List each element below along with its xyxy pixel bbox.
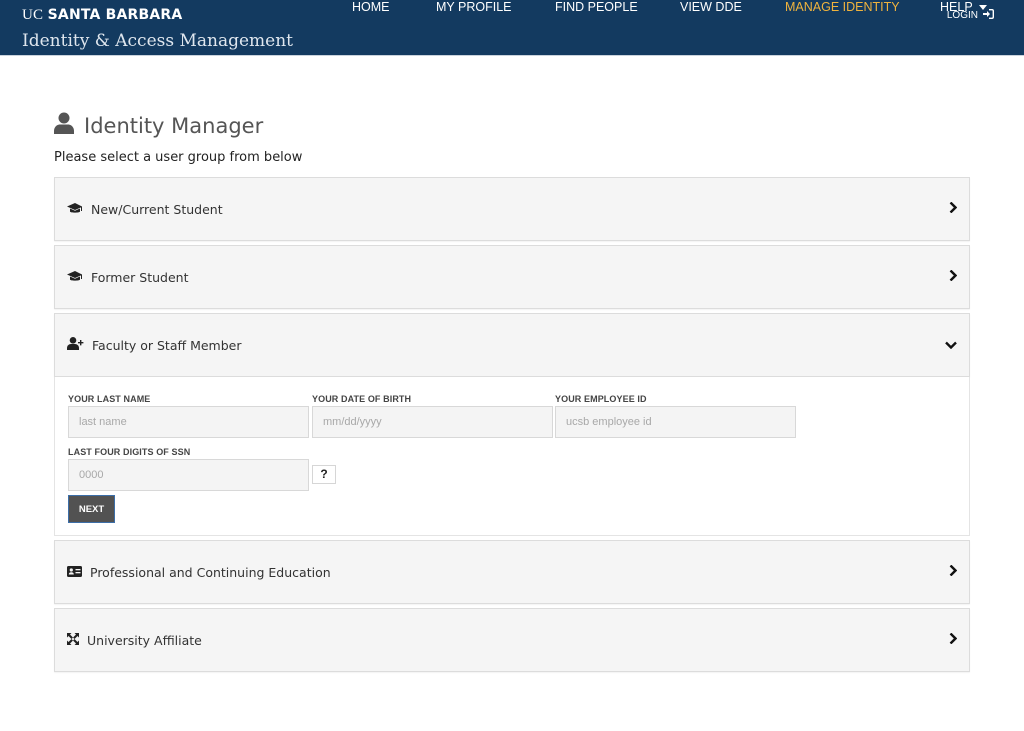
ssn-input[interactable]	[68, 459, 309, 491]
group-label: University Affiliate	[87, 632, 202, 648]
app-title[interactable]: Identity & Access Management	[22, 31, 293, 51]
page-heading: Identity Manager	[84, 113, 264, 138]
brand-uc: UC	[22, 7, 44, 23]
chevron-right-icon	[949, 631, 958, 649]
chevron-right-icon	[949, 268, 958, 286]
dob-label: YOUR DATE OF BIRTH	[312, 394, 412, 404]
group-label: New/Current Student	[91, 201, 223, 217]
ssn-help-button[interactable]: ?	[312, 465, 336, 484]
employee-id-label: YOUR EMPLOYEE ID	[555, 394, 647, 404]
dob-input[interactable]	[312, 406, 553, 438]
nav-help[interactable]: HELP	[940, 0, 987, 14]
faculty-staff-form: YOUR LAST NAME YOUR DATE OF BIRTH YOUR E…	[54, 377, 970, 536]
last-name-input[interactable]	[68, 406, 309, 438]
id-card-icon	[67, 565, 82, 580]
group-label: Former Student	[91, 269, 189, 285]
chevron-right-icon	[949, 563, 958, 581]
ssn-label: LAST FOUR DIGITS OF SSN	[68, 447, 191, 457]
graduation-cap-icon	[67, 202, 83, 217]
nav-find-people[interactable]: FIND PEOPLE	[555, 0, 638, 14]
ucsb-logo[interactable]: UC SANTA BARBARA	[22, 6, 182, 24]
expand-arrows-icon	[67, 632, 79, 648]
nav-view-dde[interactable]: VIEW DDE	[680, 0, 742, 14]
nav-manage-identity[interactable]: MANAGE IDENTITY	[785, 0, 900, 14]
group-label: Professional and Continuing Education	[90, 564, 331, 580]
chevron-right-icon	[949, 200, 958, 218]
next-button[interactable]: NEXT	[68, 495, 115, 523]
top-navbar: UC SANTA BARBARA Identity & Access Manag…	[0, 0, 1024, 56]
group-panel-former-student[interactable]: Former Student	[54, 245, 970, 309]
caret-down-icon	[978, 5, 987, 11]
group-label: Faculty or Staff Member	[92, 337, 242, 353]
group-panel-university-affiliate[interactable]: University Affiliate	[54, 608, 970, 672]
page-subtitle: Please select a user group from below	[54, 150, 303, 165]
brand-name: SANTA BARBARA	[47, 7, 183, 23]
nav-home[interactable]: HOME	[352, 0, 390, 14]
group-panel-new-current-student[interactable]: New/Current Student	[54, 177, 970, 241]
graduation-cap-icon	[67, 270, 83, 285]
employee-id-input[interactable]	[555, 406, 796, 438]
group-panel-professional-continuing-ed[interactable]: Professional and Continuing Education	[54, 540, 970, 604]
page-title: Identity Manager	[54, 112, 263, 139]
user-icon	[54, 112, 74, 139]
chevron-down-icon	[945, 336, 957, 354]
nav-help-label: HELP	[940, 0, 973, 14]
nav-my-profile[interactable]: MY PROFILE	[436, 0, 511, 14]
user-plus-icon	[67, 337, 84, 353]
last-name-label: YOUR LAST NAME	[68, 394, 151, 404]
group-panel-faculty-staff[interactable]: Faculty or Staff Member	[54, 313, 970, 377]
